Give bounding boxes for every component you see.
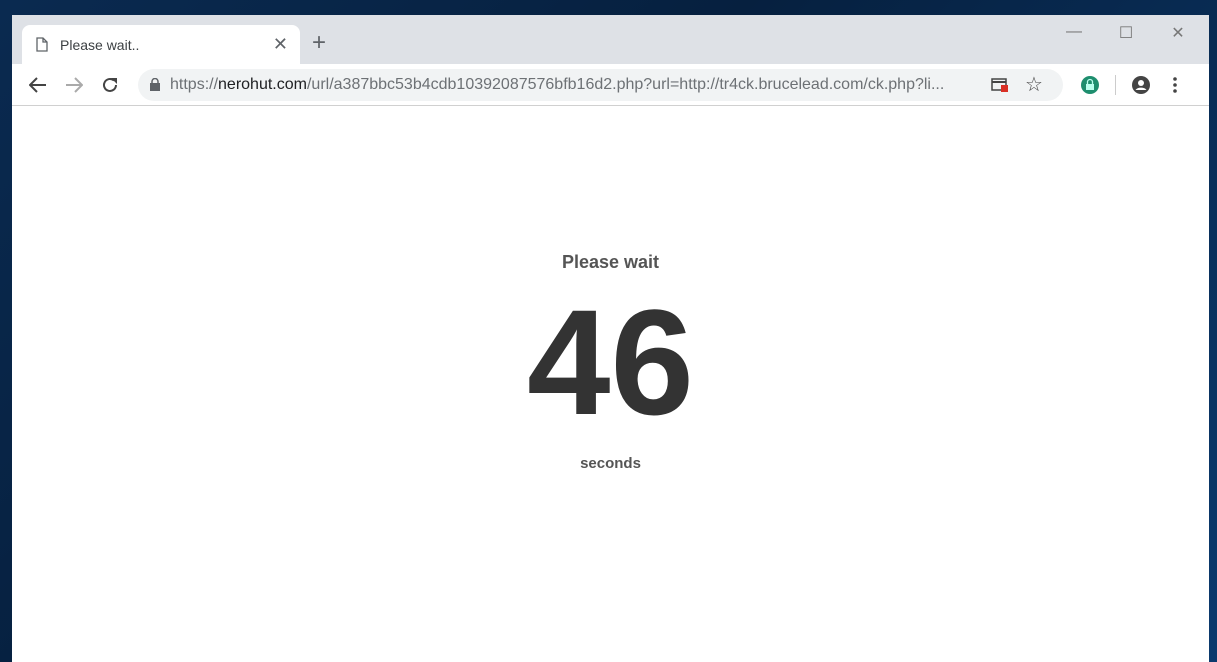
tab-strip: Please wait.. ✕ + — ☐ ✕ [12,15,1209,64]
extension-lock-icon[interactable] [1073,75,1107,95]
tab-active[interactable]: Please wait.. ✕ [22,25,300,64]
divider [1115,74,1116,95]
browser-window: Please wait.. ✕ + — ☐ ✕ https://nerohut.… [12,15,1209,662]
address-bar[interactable]: https://nerohut.com/url/a387bbc53b4cdb10… [138,68,1063,101]
arrow-left-icon [29,76,46,93]
site-settings-blocked-icon[interactable] [983,77,1017,92]
forward-button[interactable] [56,70,92,100]
close-window-button[interactable]: ✕ [1152,23,1204,43]
reload-button[interactable] [92,70,128,100]
maximize-button[interactable]: ☐ [1100,23,1152,43]
profile-avatar-icon[interactable] [1124,75,1158,95]
new-tab-button[interactable]: + [312,31,326,55]
back-button[interactable] [20,70,56,100]
wait-heading: Please wait [561,252,660,272]
countdown-unit: seconds [580,455,641,472]
menu-kebab-icon[interactable] [1158,76,1192,93]
toolbar: https://nerohut.com/url/a387bbc53b4cdb10… [12,64,1209,106]
arrow-right-icon [66,76,83,93]
bookmark-star-icon[interactable]: ☆ [1017,72,1051,97]
reload-icon [103,77,117,92]
page-icon [36,37,48,52]
tab-title: Please wait.. [60,36,140,53]
page-content: Please wait 46 seconds [12,252,1209,472]
minimize-button[interactable]: — [1048,23,1100,43]
countdown-number: 46 [527,278,694,446]
close-tab-icon[interactable]: ✕ [273,34,288,55]
url-text: https://nerohut.com/url/a387bbc53b4cdb10… [170,75,945,93]
lock-icon [150,78,160,91]
